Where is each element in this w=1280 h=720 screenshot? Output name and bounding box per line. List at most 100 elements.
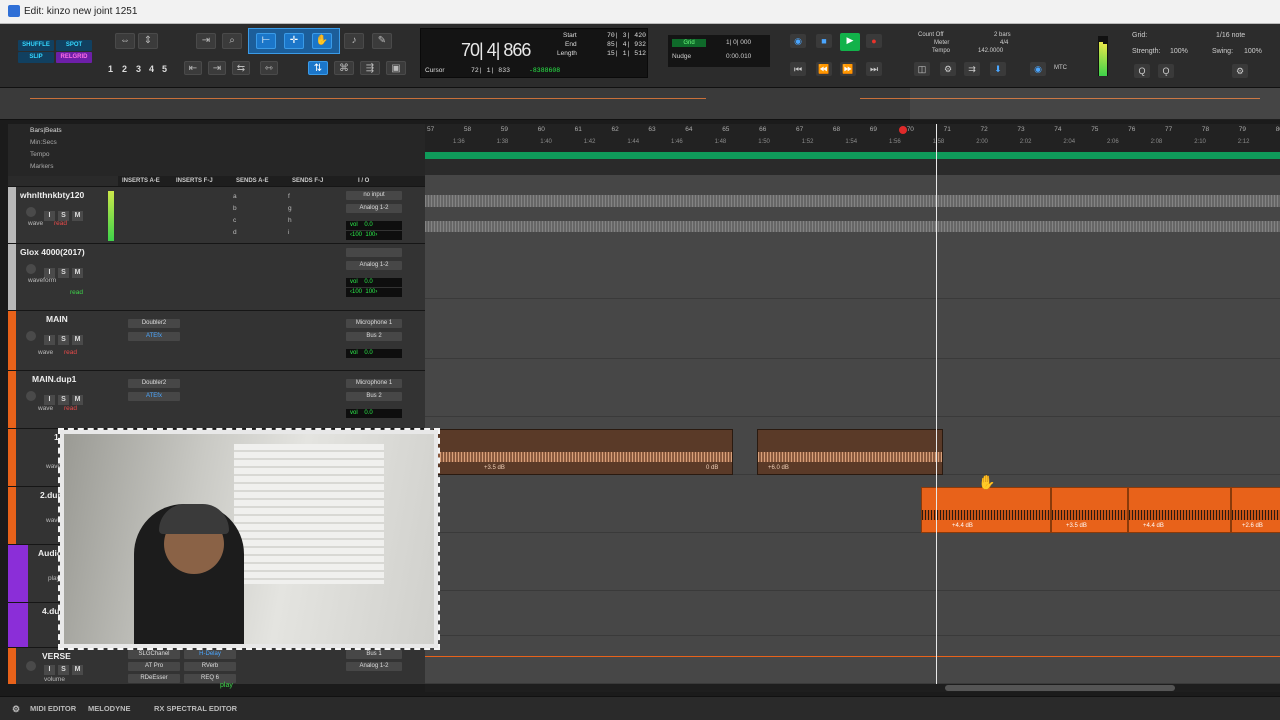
send-i[interactable]: i: [288, 229, 289, 236]
insert-slot-6[interactable]: H-Delay: [184, 650, 236, 659]
mirror-midi-icon[interactable]: ⌘: [334, 61, 354, 75]
tab-melodyne[interactable]: MELODYNE: [88, 704, 131, 713]
scrub-tool-icon[interactable]: ♪: [344, 33, 364, 49]
output-selector[interactable]: Bus 2: [346, 332, 402, 341]
go-to-end-button[interactable]: ⏭: [866, 62, 882, 76]
rewind-button[interactable]: ⏪: [816, 62, 832, 76]
tempo-ruler[interactable]: [425, 152, 1280, 159]
lane-main-dup1[interactable]: [425, 359, 1280, 417]
start-value[interactable]: 70| 3| 420: [607, 32, 646, 39]
online-icon[interactable]: ◉: [790, 34, 806, 48]
input-monitor-button[interactable]: I: [44, 395, 55, 405]
track-view-mode[interactable]: wave: [38, 349, 53, 356]
min-secs-label[interactable]: Min:Secs: [30, 139, 57, 146]
strength-value[interactable]: 100%: [1170, 48, 1188, 55]
zoom-tool-icon[interactable]: ⌕: [222, 33, 242, 49]
bars-beats-label[interactable]: Bars|Beats: [30, 127, 62, 134]
insert-slot-3[interactable]: RDeEsser: [128, 674, 180, 683]
link-timeline-icon[interactable]: ⇿: [260, 61, 278, 75]
tempo-ruler-label[interactable]: Tempo: [30, 151, 50, 158]
volume-readout[interactable]: vol 0.0: [346, 221, 402, 230]
end-value[interactable]: 85| 4| 932: [607, 41, 646, 48]
solo-button[interactable]: S: [58, 268, 69, 278]
automation-mode[interactable]: read: [64, 349, 77, 356]
insert-slot-1[interactable]: Doubler2: [128, 319, 180, 328]
solo-button[interactable]: S: [58, 395, 69, 405]
keyboard-focus-icon[interactable]: ▣: [386, 61, 406, 75]
insert-slot-7[interactable]: RVerb: [184, 662, 236, 671]
send-g[interactable]: g: [288, 205, 292, 212]
grid-mode-button[interactable]: RELGRID: [56, 52, 92, 63]
insert-slot-2[interactable]: AT Pro: [128, 662, 180, 671]
fast-forward-button[interactable]: ⏩: [840, 62, 856, 76]
zoom-preset-5[interactable]: 5: [162, 64, 167, 74]
pan-readout[interactable]: ‹100 100›: [346, 231, 402, 240]
insertion-follows-icon[interactable]: ⇶: [360, 61, 380, 75]
input-selector[interactable]: no input: [346, 191, 402, 200]
markers-ruler-label[interactable]: Markers: [30, 163, 53, 170]
markers-ruler[interactable]: [425, 159, 1280, 175]
settings-gear-icon[interactable]: ⚙: [1232, 64, 1248, 78]
length-value[interactable]: 15| 1| 512: [607, 50, 646, 57]
lane-4-dup[interactable]: [425, 591, 1280, 636]
lane-main[interactable]: [425, 299, 1280, 359]
track-main-dup1[interactable]: MAIN.dup1 ISM wave read Doubler2 ATEfx M…: [8, 370, 425, 428]
playhead-marker[interactable]: [899, 126, 907, 134]
track-name[interactable]: MAIN: [46, 314, 68, 324]
stop-button[interactable]: ■: [816, 34, 832, 48]
prerole-icon[interactable]: ⇉: [964, 62, 980, 76]
track-view-mode[interactable]: wave: [46, 463, 61, 470]
return-to-zero-button[interactable]: ⏮: [790, 62, 806, 76]
midi-merge-icon[interactable]: ⬇: [990, 62, 1006, 76]
input-selector[interactable]: Microphone 1: [346, 379, 402, 388]
automation-mode[interactable]: read: [64, 405, 77, 412]
track-view-mode[interactable]: play: [48, 575, 60, 582]
audio-clip[interactable]: +3.5 dB 0 dB: [433, 429, 733, 475]
nudge-label[interactable]: Nudge: [672, 53, 691, 60]
edit-window[interactable]: 57 58 59 60 61 62 63 64 65 66 67 68 69 70 71 72 73 74 75 76…: [425, 124, 1280, 684]
audio-clip[interactable]: +6.0 dB: [757, 429, 943, 475]
pan-readout[interactable]: ‹100 100›: [346, 288, 402, 297]
lane-2-dup[interactable]: +4.4 dB +3.5 dB +4.4 dB +2.6 dB: [425, 475, 1280, 533]
send-d[interactable]: d: [233, 229, 237, 236]
output-selector[interactable]: Analog 1-2: [346, 204, 402, 213]
record-button[interactable]: ●: [866, 34, 882, 48]
quantize-icon[interactable]: Q: [1134, 64, 1150, 78]
input-selector[interactable]: [346, 248, 402, 257]
grid-label[interactable]: Grid: [672, 39, 706, 47]
record-arm-button[interactable]: [26, 661, 36, 671]
input-monitor-button[interactable]: I: [44, 665, 55, 675]
output-selector[interactable]: Analog 1-2: [346, 662, 402, 671]
scrollbar-thumb[interactable]: [945, 685, 1175, 691]
audio-clip-selected[interactable]: +2.6 dB: [1231, 487, 1280, 533]
lane-1[interactable]: +3.5 dB 0 dB +6.0 dB: [425, 417, 1280, 475]
lane-verse[interactable]: [425, 636, 1280, 684]
record-arm-button[interactable]: [26, 207, 36, 217]
tempo-value[interactable]: 142.0000: [978, 48, 1003, 54]
track-verse[interactable]: VERSE ISM volume SLGChanel AT Pro RDeEss…: [8, 647, 425, 684]
track-whnlthnkbty120[interactable]: whnlthnkbty120 ISM wave read a b c d f g…: [8, 186, 425, 243]
nudge-right-icon[interactable]: ⇥: [208, 61, 226, 75]
count-off-label[interactable]: Count Off: [918, 32, 944, 38]
zoom-toggle-button[interactable]: ⇥: [196, 33, 216, 49]
link-track-edit-icon[interactable]: ⇅: [308, 61, 328, 75]
zoom-in-horizontal-button[interactable]: ⇕: [138, 33, 158, 49]
output-selector[interactable]: Analog 1-2: [346, 261, 402, 270]
bars-beats-ruler[interactable]: 57 58 59 60 61 62 63 64 65 66 67 68 69 70 71 72 73 74 75 76…: [425, 124, 1280, 152]
swing-value[interactable]: 100%: [1244, 48, 1262, 55]
horizontal-scrollbar[interactable]: [425, 684, 1280, 692]
track-name[interactable]: whnlthnkbty120: [20, 190, 84, 200]
insert-slot-2[interactable]: ATEfx: [128, 332, 180, 341]
count-off-bars[interactable]: 2 bars: [994, 32, 1011, 38]
grabber-tool-icon[interactable]: ✋: [312, 33, 332, 49]
input-monitor-button[interactable]: I: [44, 335, 55, 345]
quantize-settings-icon[interactable]: Ǫ: [1158, 64, 1174, 78]
selector-tool-icon[interactable]: ✛: [284, 33, 304, 49]
send-c[interactable]: c: [233, 217, 236, 224]
track-view-mode[interactable]: wave: [28, 220, 43, 227]
nudge-value[interactable]: 0:00.010: [726, 53, 751, 60]
track-view-mode[interactable]: waveform: [28, 277, 56, 284]
record-arm-button[interactable]: [26, 331, 36, 341]
grid-value[interactable]: 1| 0| 000: [726, 39, 751, 46]
lane-whnlthnkbty120[interactable]: [425, 175, 1280, 233]
